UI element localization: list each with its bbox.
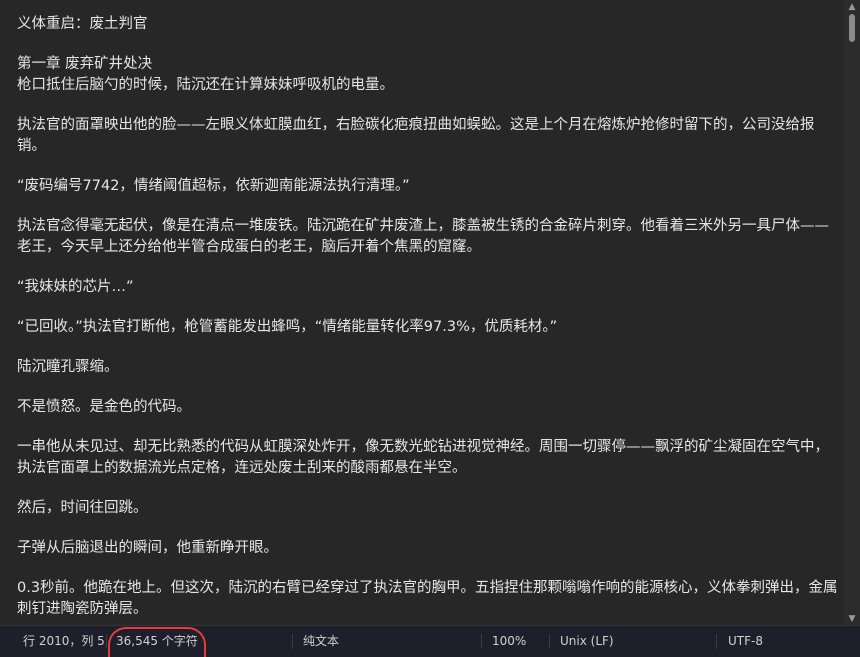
- document-content[interactable]: 义体重启：废土判官 第一章 废弃矿井处决 枪口抵住后脑勺的时候，陆沉还在计算妹妹…: [17, 14, 839, 620]
- paragraph: 陆沉瞳孔骤缩。: [17, 359, 119, 375]
- paragraph: “我妹妹的芯片…”: [17, 279, 134, 295]
- paragraph: 然后，时间往回跳。: [17, 500, 148, 516]
- paragraph: 不是愤怒。是金色的代码。: [17, 399, 191, 415]
- line-ending[interactable]: Unix (LF): [560, 626, 614, 657]
- cursor-position[interactable]: 行 2010，列 5: [23, 626, 105, 657]
- paragraph: 子弹从后脑退出的瞬间，他重新睁开眼。: [17, 540, 278, 556]
- scroll-up-icon[interactable]: ▲: [847, 2, 857, 12]
- paragraph: “已回收。”执法官打断他，枪管蓄能发出蜂鸣，“情绪能量转化率97.3%，优质耗材…: [17, 319, 558, 335]
- paragraph: 0.3秒前。他跪在地上。但这次，陆沉的右臂已经穿过了执法官的胸甲。五指捏住那颗嗡…: [17, 580, 838, 617]
- status-divider: [481, 634, 482, 649]
- status-divider: [292, 634, 293, 649]
- zoom-level[interactable]: 100%: [492, 626, 526, 657]
- paragraph: “废码编号7742，情绪阈值超标，依新迦南能源法执行清理。”: [17, 178, 410, 194]
- status-divider: [549, 634, 550, 649]
- scroll-down-icon[interactable]: ▼: [847, 614, 857, 624]
- character-count[interactable]: 36,545 个字符: [116, 626, 198, 657]
- paragraph: 执法官念得毫无起伏，像是在清点一堆废铁。陆沉跪在矿井废渣上，膝盖被生锈的合金碎片…: [17, 218, 829, 255]
- paragraph: 第一章 废弃矿井处决 枪口抵住后脑勺的时候，陆沉还在计算妹妹呼吸机的电量。: [17, 56, 394, 93]
- text-format[interactable]: 纯文本: [303, 626, 339, 657]
- encoding[interactable]: UTF-8: [728, 626, 763, 657]
- vertical-scrollbar[interactable]: ▲ ▼: [844, 0, 860, 626]
- text-editor-area[interactable]: 义体重启：废土判官 第一章 废弃矿井处决 枪口抵住后脑勺的时候，陆沉还在计算妹妹…: [0, 0, 844, 626]
- status-divider: [106, 634, 107, 649]
- doc-title: 义体重启：废土判官: [17, 16, 148, 32]
- status-bar: 行 2010，列 5 36,545 个字符 纯文本 100% Unix (LF)…: [0, 625, 860, 657]
- scrollbar-thumb[interactable]: [849, 14, 855, 42]
- paragraph: 一串他从未见过、却无比熟悉的代码从虹膜深处炸开，像无数光蛇钻进视觉神经。周围一切…: [17, 439, 829, 476]
- paragraph: 执法官的面罩映出他的脸——左眼义体虹膜血红，右脸碳化疤痕扭曲如蜈蚣。这是上个月在…: [17, 117, 815, 154]
- status-divider: [716, 634, 717, 649]
